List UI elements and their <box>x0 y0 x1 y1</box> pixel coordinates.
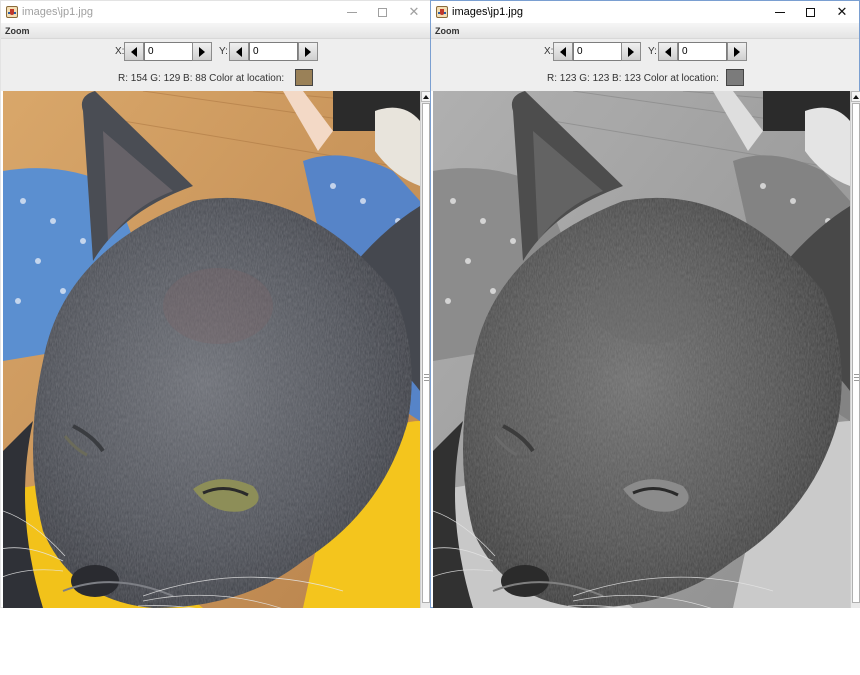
image-panel[interactable] <box>433 91 850 608</box>
x-increment-button[interactable] <box>192 42 212 61</box>
scroll-thumb[interactable] <box>852 103 860 603</box>
scroll-grip <box>854 377 859 378</box>
minimize-icon <box>775 11 785 13</box>
maximize-icon <box>805 7 815 17</box>
close-button[interactable]: ✕ <box>827 1 857 23</box>
up-arrow-icon <box>423 94 429 99</box>
cat-photo <box>3 91 420 608</box>
menu-bar: Zoom <box>1 23 431 39</box>
y-label: Y: <box>219 46 228 57</box>
scroll-grip <box>424 377 429 378</box>
java-app-icon[interactable] <box>6 6 18 18</box>
x-coordinate-input[interactable] <box>144 42 193 61</box>
right-arrow-icon <box>628 46 634 57</box>
menu-zoom[interactable]: Zoom <box>435 24 460 38</box>
left-arrow-icon <box>236 46 242 57</box>
scroll-grip <box>854 380 859 381</box>
maximize-icon <box>377 7 387 17</box>
y-increment-button[interactable] <box>727 42 747 61</box>
y-label: Y: <box>648 46 657 57</box>
left-arrow-icon <box>665 46 671 57</box>
window-title: images\jp1.jpg <box>22 6 93 18</box>
scroll-grip <box>424 374 429 375</box>
image-window-right: images\jp1.jpg ✕ Zoom X: Y: R: 123 G: 12… <box>430 0 860 608</box>
right-arrow-icon <box>734 46 740 57</box>
vertical-scrollbar[interactable] <box>850 91 860 608</box>
scroll-grip <box>854 374 859 375</box>
x-decrement-button[interactable] <box>124 42 144 61</box>
x-increment-button[interactable] <box>621 42 641 61</box>
pixel-controls: X: Y: R: 154 G: 129 B: 88 Color at locat… <box>1 39 431 91</box>
title-bar[interactable]: images\jp1.jpg ✕ <box>1 1 431 23</box>
rgb-readout: R: 123 G: 123 B: 123 Color at location: <box>547 73 719 84</box>
cat-photo-grayscale <box>433 91 850 608</box>
color-swatch <box>295 69 313 86</box>
y-decrement-button[interactable] <box>229 42 249 61</box>
menu-zoom[interactable]: Zoom <box>5 24 30 38</box>
left-arrow-icon <box>131 46 137 57</box>
minimize-button[interactable] <box>765 1 795 23</box>
x-coordinate-input[interactable] <box>573 42 622 61</box>
right-arrow-icon <box>199 46 205 57</box>
minimize-icon <box>347 11 357 13</box>
close-icon: ✕ <box>836 4 848 19</box>
image-window-left: images\jp1.jpg ✕ Zoom X: Y: R: 154 G: 12… <box>0 0 432 608</box>
close-icon: ✕ <box>408 4 420 19</box>
image-panel[interactable] <box>3 91 420 608</box>
y-coordinate-input[interactable] <box>249 42 298 61</box>
close-button[interactable]: ✕ <box>399 1 429 23</box>
maximize-button[interactable] <box>795 1 825 23</box>
maximize-button[interactable] <box>367 1 397 23</box>
pixel-controls: X: Y: R: 123 G: 123 B: 123 Color at loca… <box>431 39 859 91</box>
minimize-button[interactable] <box>337 1 367 23</box>
left-arrow-icon <box>560 46 566 57</box>
scroll-up-button[interactable] <box>851 91 860 102</box>
color-swatch <box>726 69 744 86</box>
menu-bar: Zoom <box>431 23 859 39</box>
y-decrement-button[interactable] <box>658 42 678 61</box>
y-increment-button[interactable] <box>298 42 318 61</box>
up-arrow-icon <box>853 94 859 99</box>
scroll-thumb[interactable] <box>422 103 430 603</box>
right-arrow-icon <box>305 46 311 57</box>
window-title: images\jp1.jpg <box>452 6 523 18</box>
rgb-readout: R: 154 G: 129 B: 88 Color at location: <box>118 73 285 84</box>
java-app-icon[interactable] <box>436 6 448 18</box>
scroll-grip <box>424 380 429 381</box>
x-decrement-button[interactable] <box>553 42 573 61</box>
title-bar[interactable]: images\jp1.jpg ✕ <box>431 1 859 23</box>
y-coordinate-input[interactable] <box>678 42 727 61</box>
